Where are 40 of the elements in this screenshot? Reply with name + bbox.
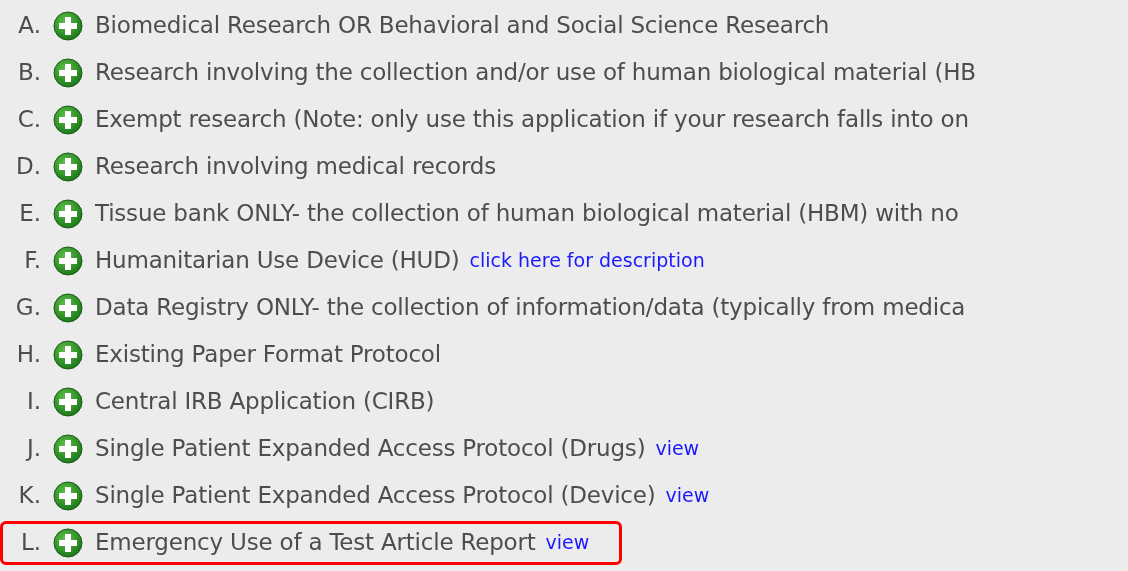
item-letter: J.	[24, 434, 41, 464]
item-letter: I.	[25, 387, 41, 417]
item-letter: F.	[23, 246, 41, 276]
item-label: Central IRB Application (CIRB)	[95, 387, 435, 417]
add-icon[interactable]	[53, 339, 83, 370]
add-icon[interactable]	[53, 245, 83, 276]
item-label: Research involving medical records	[95, 152, 496, 182]
add-icon[interactable]	[53, 292, 83, 323]
item-letter: K.	[17, 481, 41, 511]
add-icon[interactable]	[53, 198, 83, 229]
item-letter: L.	[19, 528, 41, 558]
item-label: Emergency Use of a Test Article Report	[95, 528, 536, 558]
view-link[interactable]: view	[665, 481, 710, 510]
item-label: Data Registry ONLY- the collection of information/data (typically from medica	[95, 293, 966, 323]
item-letter: G.	[14, 293, 41, 323]
item-label: Existing Paper Format Protocol	[95, 340, 441, 370]
add-icon[interactable]	[53, 433, 83, 464]
view-link[interactable]: view	[655, 434, 700, 463]
item-label: Tissue bank ONLY- the collection of human biological material (HBM) with no	[95, 199, 959, 229]
add-icon[interactable]	[53, 10, 83, 41]
item-letter: E.	[18, 199, 41, 229]
view-link[interactable]: view	[545, 528, 590, 557]
add-icon[interactable]	[53, 104, 83, 135]
item-label: Biomedical Research OR Behavioral and Social Science Research	[95, 11, 830, 41]
item-label: Single Patient Expanded Access Protocol (Device)	[95, 481, 656, 511]
view-link[interactable]: click here for description	[469, 246, 705, 275]
add-icon[interactable]	[53, 57, 83, 88]
item-label: Humanitarian Use Device (HUD)	[95, 246, 460, 276]
item-letter: B.	[16, 58, 41, 88]
add-icon[interactable]	[53, 386, 83, 417]
item-letter: C.	[16, 105, 41, 135]
item-letter: A.	[17, 11, 41, 41]
add-icon[interactable]	[53, 151, 83, 182]
item-letter: D.	[14, 152, 41, 182]
item-label: Single Patient Expanded Access Protocol (Drugs)	[95, 434, 646, 464]
item-label: Exempt research (Note: only use this application if your research falls into on	[95, 105, 969, 135]
item-label: Research involving the collection and/or use of human biological material (HB	[95, 58, 976, 88]
add-icon[interactable]	[53, 480, 83, 511]
item-letter: H.	[15, 340, 41, 370]
add-icon[interactable]	[53, 527, 83, 558]
